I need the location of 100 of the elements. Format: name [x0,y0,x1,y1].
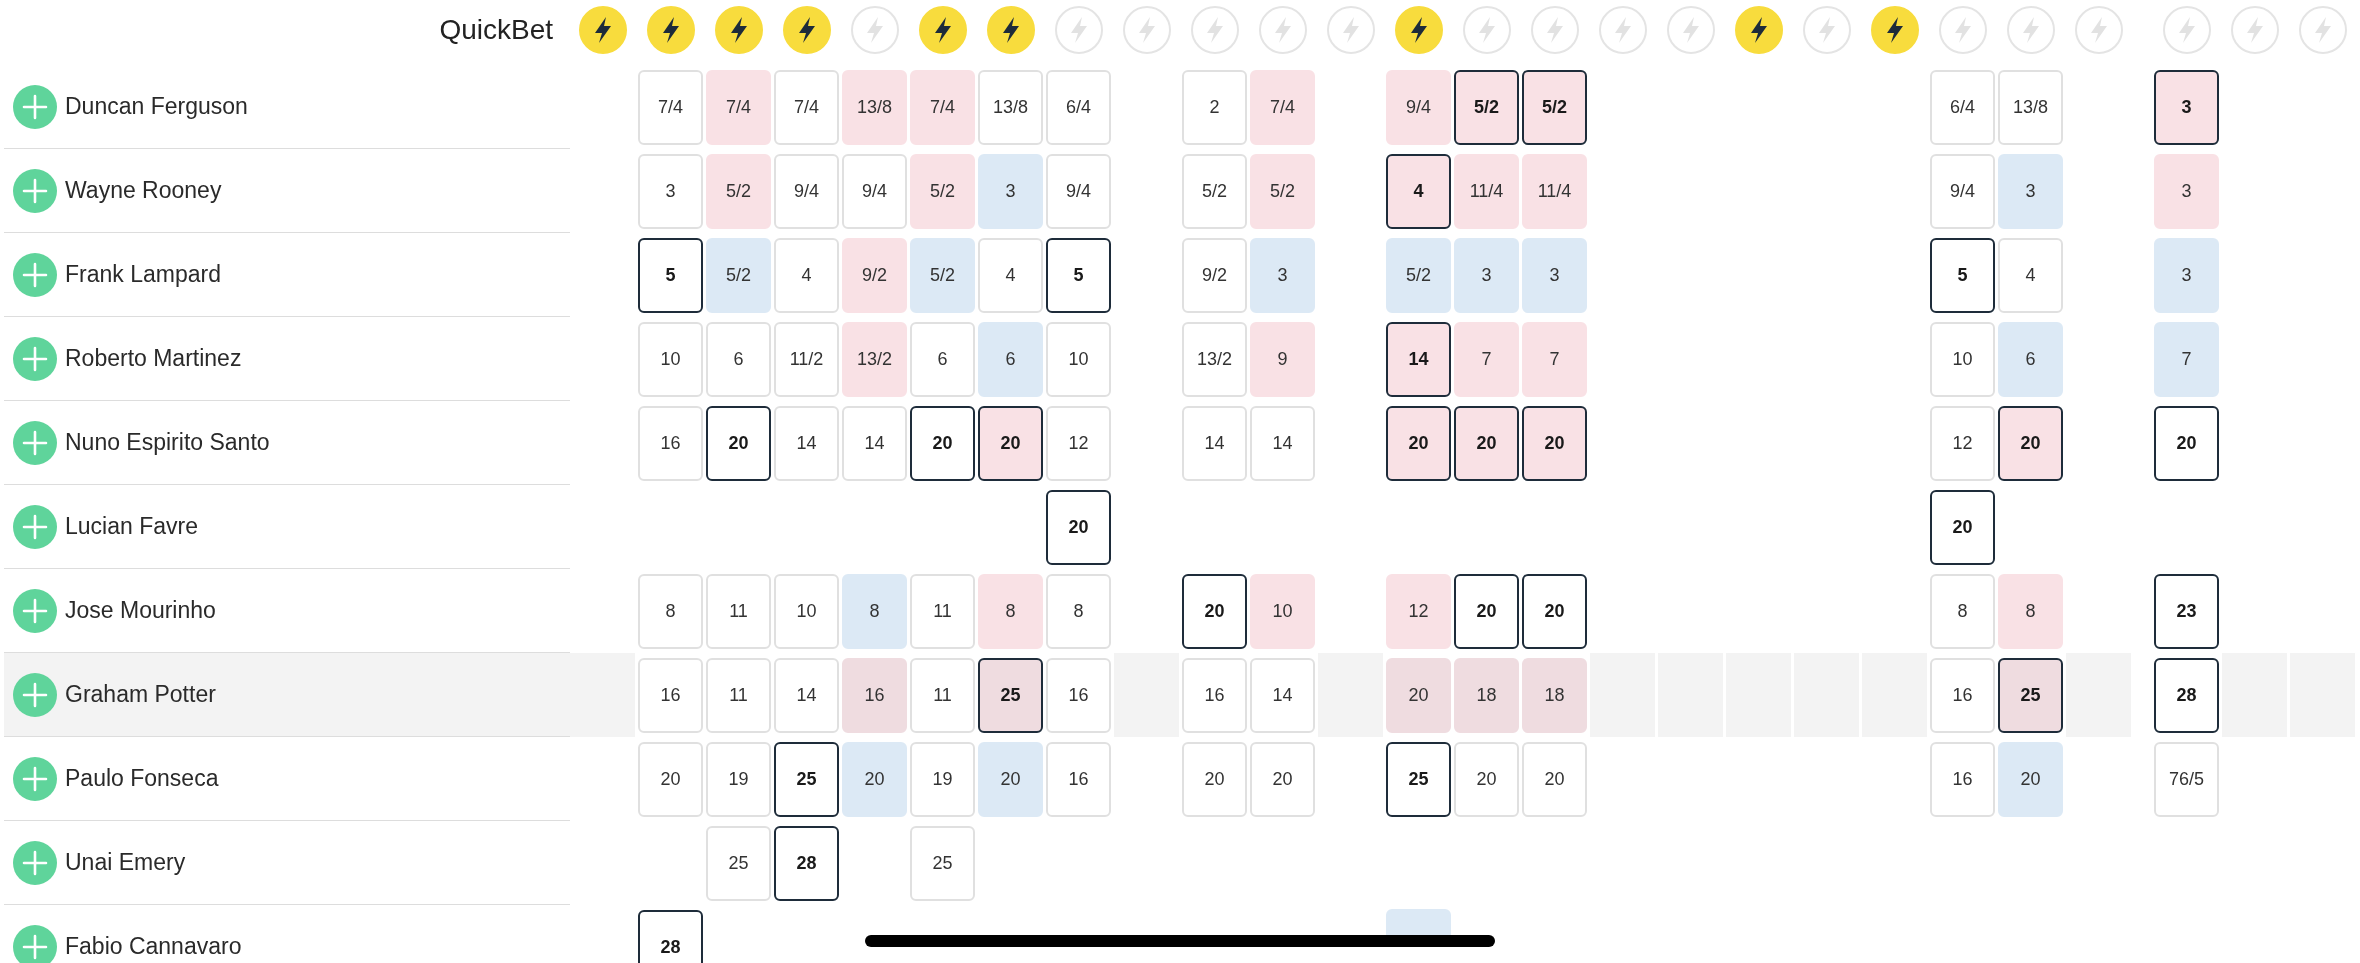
odds-cell[interactable]: 9/4 [1930,153,1995,229]
odds-cell[interactable]: 6/4 [1046,69,1111,145]
odds-cell[interactable]: 14 [774,657,839,733]
odds-cell[interactable]: 19 [706,741,771,817]
odds-cell[interactable]: 7/4 [774,69,839,145]
odds-cell[interactable]: 12 [1930,405,1995,481]
odds-cell[interactable]: 3 [2154,69,2219,145]
odds-cell[interactable]: 6 [978,321,1043,397]
odds-cell[interactable]: 20 [1250,741,1315,817]
lightning-icon[interactable] [1870,6,1919,54]
odds-cell[interactable]: 20 [1522,573,1587,649]
odds-cell[interactable]: 3 [1250,237,1315,313]
odds-cell[interactable]: 7/4 [910,69,975,145]
odds-cell[interactable]: 7/4 [706,69,771,145]
odds-cell[interactable]: 20 [1454,405,1519,481]
odds-cell[interactable]: 10 [1046,321,1111,397]
odds-cell[interactable]: 20 [1182,741,1247,817]
odds-cell[interactable]: 7 [1454,321,1519,397]
odds-cell[interactable]: 20 [842,741,907,817]
odds-cell[interactable]: 10 [774,573,839,649]
odds-cell[interactable]: 13/2 [842,321,907,397]
odds-cell[interactable]: 20 [1930,489,1995,565]
odds-cell[interactable]: 20 [2154,405,2219,481]
odds-cell[interactable]: 16 [638,657,703,733]
odds-cell[interactable]: 13/8 [1998,69,2063,145]
odds-cell[interactable]: 28 [2154,657,2219,733]
odds-cell[interactable]: 14 [1250,657,1315,733]
odds-cell[interactable]: 20 [1454,741,1519,817]
odds-cell[interactable]: 20 [1386,405,1451,481]
odds-cell[interactable]: 16 [842,657,907,733]
odds-cell[interactable]: 3 [1522,237,1587,313]
odds-cell[interactable]: 25 [1386,741,1451,817]
odds-cell[interactable]: 8 [1930,573,1995,649]
odds-cell[interactable]: 6 [706,321,771,397]
odds-cell[interactable]: 25 [774,741,839,817]
odds-cell[interactable]: 8 [842,573,907,649]
odds-cell[interactable]: 5/2 [706,237,771,313]
odds-cell[interactable]: 9/2 [1182,237,1247,313]
odds-cell[interactable]: 23 [2154,573,2219,649]
odds-cell[interactable]: 5 [1046,237,1111,313]
odds-cell[interactable]: 20 [978,405,1043,481]
odds-cell[interactable]: 14 [842,405,907,481]
odds-cell[interactable]: 3 [1454,237,1519,313]
odds-cell[interactable]: 3 [1998,153,2063,229]
odds-cell[interactable]: 25 [978,657,1043,733]
odds-cell[interactable]: 20 [1386,657,1451,733]
lightning-icon[interactable] [714,6,763,54]
odds-cell[interactable]: 7 [2154,321,2219,397]
odds-cell[interactable]: 5 [638,237,703,313]
odds-cell[interactable]: 4 [978,237,1043,313]
odds-cell[interactable]: 6 [1998,321,2063,397]
odds-cell[interactable]: 16 [1046,741,1111,817]
odds-cell[interactable]: 19 [910,741,975,817]
odds-cell[interactable]: 14 [774,405,839,481]
odds-cell[interactable]: 13/2 [1182,321,1247,397]
odds-cell[interactable]: 18 [1522,657,1587,733]
odds-cell[interactable]: 4 [774,237,839,313]
odds-cell[interactable]: 5/2 [1454,69,1519,145]
odds-cell[interactable]: 3 [2154,237,2219,313]
odds-cell[interactable]: 14 [1386,321,1451,397]
odds-cell[interactable]: 20 [978,741,1043,817]
odds-cell[interactable]: 6/4 [1930,69,1995,145]
odds-cell[interactable]: 20 [1522,405,1587,481]
odds-cell[interactable]: 20 [706,405,771,481]
odds-cell[interactable]: 2 [1182,69,1247,145]
odds-cell[interactable]: 11 [706,573,771,649]
lightning-icon[interactable] [986,6,1035,54]
odds-cell[interactable]: 9/2 [842,237,907,313]
odds-cell[interactable]: 11/2 [774,321,839,397]
odds-cell[interactable]: 6 [910,321,975,397]
plus-icon[interactable] [13,504,57,549]
odds-cell[interactable]: 3 [2154,153,2219,229]
plus-icon[interactable] [13,588,57,633]
odds-cell[interactable]: 9 [1250,321,1315,397]
odds-cell[interactable]: 11/4 [1522,153,1587,229]
odds-cell[interactable]: 13/8 [842,69,907,145]
odds-cell[interactable]: 16 [638,405,703,481]
odds-cell[interactable]: 10 [1930,321,1995,397]
odds-cell[interactable]: 11/4 [1454,153,1519,229]
odds-cell[interactable]: 9/4 [842,153,907,229]
plus-icon[interactable] [13,252,57,297]
odds-cell[interactable]: 16 [1182,657,1247,733]
odds-cell[interactable]: 5/2 [910,237,975,313]
odds-cell[interactable]: 9/4 [1386,69,1451,145]
odds-cell[interactable]: 20 [1998,741,2063,817]
odds-cell[interactable]: 5/2 [1250,153,1315,229]
odds-cell[interactable]: 20 [1522,741,1587,817]
odds-cell[interactable]: 11 [910,657,975,733]
lightning-icon[interactable] [646,6,695,54]
plus-icon[interactable] [13,336,57,381]
odds-cell[interactable]: 5 [1930,237,1995,313]
lightning-icon[interactable] [1734,6,1783,54]
odds-cell[interactable]: 20 [638,741,703,817]
odds-cell[interactable]: 8 [638,573,703,649]
odds-cell[interactable]: 76/5 [2154,741,2219,817]
odds-cell[interactable]: 10 [638,321,703,397]
lightning-icon[interactable] [782,6,831,54]
odds-cell[interactable]: 20 [1998,405,2063,481]
odds-cell[interactable]: 7/4 [1250,69,1315,145]
odds-cell[interactable]: 4 [1998,237,2063,313]
